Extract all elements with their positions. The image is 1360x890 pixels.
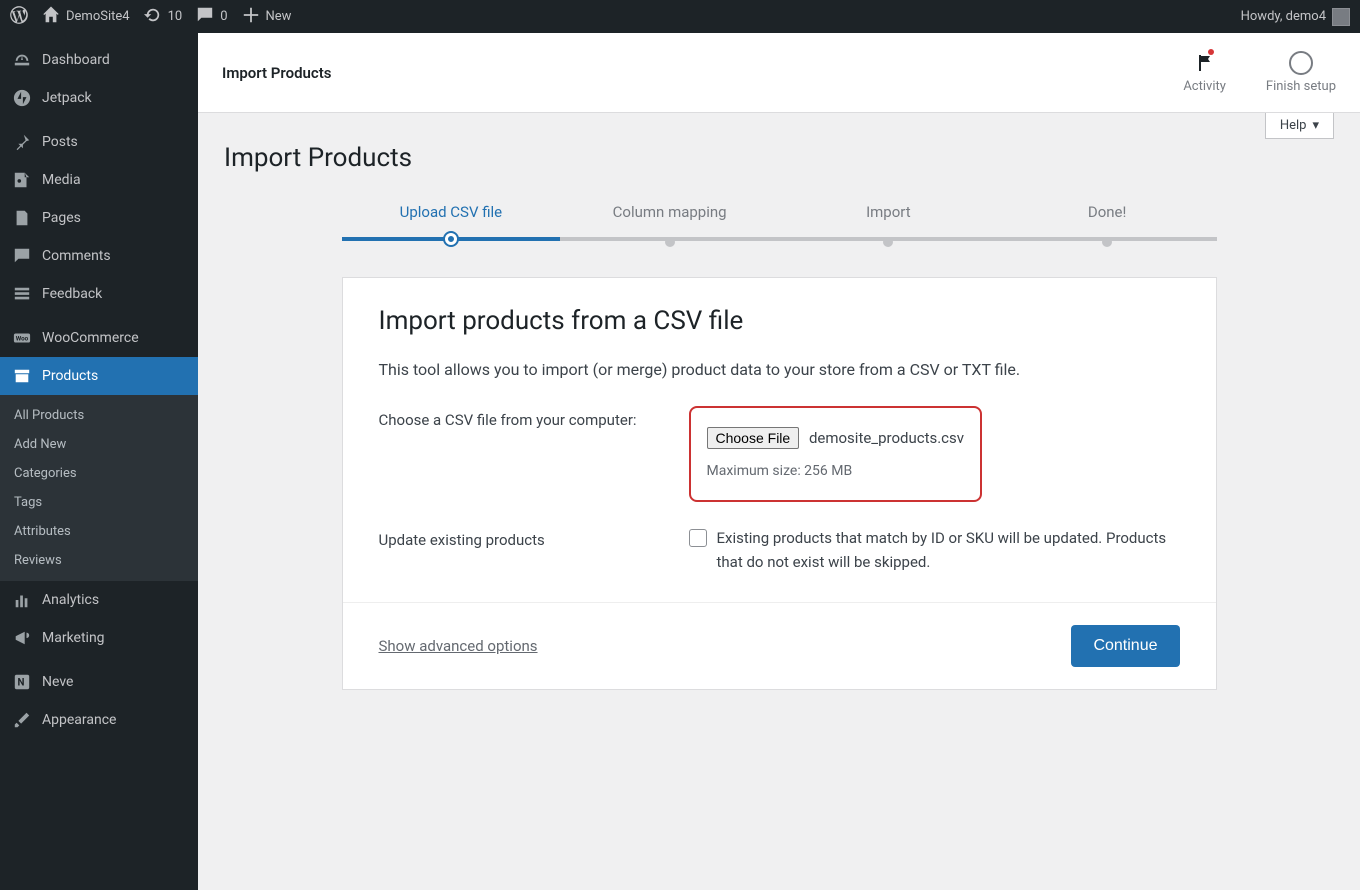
submenu-attributes[interactable]: Attributes [0, 517, 198, 546]
account-menu[interactable]: Howdy, demo4 [1241, 8, 1350, 26]
import-card: Import products from a CSV file This too… [342, 277, 1217, 690]
sidebar-item-label: WooCommerce [42, 330, 139, 346]
choose-file-button[interactable]: Choose File [707, 427, 800, 449]
sidebar-item-dashboard[interactable]: Dashboard [0, 41, 198, 79]
sidebar-item-comments[interactable]: Comments [0, 237, 198, 275]
pin-icon [12, 132, 32, 152]
submenu-tags[interactable]: Tags [0, 488, 198, 517]
selected-file-name: demosite_products.csv [809, 429, 964, 447]
sidebar-item-marketing[interactable]: Marketing [0, 619, 198, 657]
submenu-all-products[interactable]: All Products [0, 401, 198, 430]
sidebar-item-label: Feedback [42, 286, 102, 302]
sidebar-item-analytics[interactable]: Analytics [0, 581, 198, 619]
gauge-icon [12, 50, 32, 70]
progress-steps: Upload CSV file Column mapping Import Do… [342, 203, 1217, 247]
chevron-down-icon: ▾ [1312, 118, 1319, 133]
sidebar-item-label: Comments [42, 248, 111, 264]
card-heading: Import products from a CSV file [379, 306, 1180, 336]
help-label: Help [1280, 118, 1307, 133]
activity-label: Activity [1183, 79, 1226, 94]
bar-chart-icon [12, 590, 32, 610]
sidebar-item-woocommerce[interactable]: Woo WooCommerce [0, 319, 198, 357]
sidebar-item-label: Media [42, 172, 81, 188]
update-existing-checkbox[interactable] [689, 529, 707, 547]
page-title: Import Products [224, 143, 1334, 173]
site-name: DemoSite4 [66, 9, 130, 24]
step-done: Done! [998, 203, 1217, 247]
brush-icon [12, 710, 32, 730]
svg-text:Woo: Woo [16, 335, 29, 343]
plus-icon [242, 6, 260, 28]
sidebar-item-label: Pages [42, 210, 81, 226]
sidebar-item-label: Posts [42, 134, 78, 150]
sidebar-item-label: Marketing [42, 630, 105, 646]
woo-icon: Woo [12, 328, 32, 348]
comment-icon [196, 6, 214, 28]
svg-text:N: N [18, 678, 25, 689]
sidebar-item-label: Analytics [42, 592, 99, 608]
admin-sidebar: Dashboard Jetpack Posts Media Pages Comm… [0, 33, 198, 890]
page-header-strip: Import Products Activity Finish setup [198, 33, 1360, 113]
sidebar-item-pages[interactable]: Pages [0, 199, 198, 237]
page-icon [12, 208, 32, 228]
step-upload: Upload CSV file [342, 203, 561, 247]
sidebar-item-jetpack[interactable]: Jetpack [0, 79, 198, 117]
sidebar-item-label: Appearance [42, 712, 116, 728]
sidebar-item-label: Products [42, 368, 98, 384]
new-label: New [266, 9, 292, 24]
submenu-reviews[interactable]: Reviews [0, 546, 198, 575]
step-import: Import [779, 203, 998, 247]
submenu-categories[interactable]: Categories [0, 459, 198, 488]
show-advanced-link[interactable]: Show advanced options [379, 637, 538, 655]
card-description: This tool allows you to import (or merge… [379, 358, 1180, 382]
form-icon [12, 284, 32, 304]
sidebar-item-label: Jetpack [42, 90, 92, 106]
products-submenu: All Products Add New Categories Tags Att… [0, 395, 198, 581]
sidebar-item-label: Dashboard [42, 52, 110, 68]
site-name-link[interactable]: DemoSite4 [42, 6, 130, 28]
updates-count: 10 [168, 9, 183, 24]
megaphone-icon [12, 628, 32, 648]
continue-button[interactable]: Continue [1071, 625, 1179, 667]
file-input-highlight: Choose File demosite_products.csv Maximu… [689, 406, 983, 502]
comments-count: 0 [220, 9, 227, 24]
update-existing-label: Update existing products [379, 526, 689, 574]
sidebar-item-appearance[interactable]: Appearance [0, 701, 198, 739]
step-column-mapping: Column mapping [560, 203, 779, 247]
max-size-text: Maximum size: 256 MB [707, 460, 965, 482]
sidebar-item-media[interactable]: Media [0, 161, 198, 199]
header-title: Import Products [222, 64, 332, 82]
sidebar-item-label: Neve [42, 674, 73, 690]
sidebar-item-products[interactable]: Products [0, 357, 198, 395]
choose-file-label: Choose a CSV file from your computer: [379, 406, 689, 502]
comment-icon [12, 246, 32, 266]
finish-label: Finish setup [1266, 79, 1336, 94]
jetpack-icon [12, 88, 32, 108]
wp-logo[interactable] [10, 6, 28, 28]
update-existing-description: Existing products that match by ID or SK… [717, 526, 1180, 574]
sidebar-item-feedback[interactable]: Feedback [0, 275, 198, 313]
sidebar-item-neve[interactable]: N Neve [0, 663, 198, 701]
archive-icon [12, 366, 32, 386]
finish-setup-button[interactable]: Finish setup [1266, 51, 1336, 94]
home-icon [42, 6, 60, 28]
avatar-icon [1332, 8, 1350, 26]
updates-link[interactable]: 10 [144, 6, 183, 28]
neve-icon: N [12, 672, 32, 692]
help-tab[interactable]: Help ▾ [1265, 113, 1334, 139]
sidebar-item-posts[interactable]: Posts [0, 123, 198, 161]
howdy-text: Howdy, demo4 [1241, 9, 1326, 24]
new-content-link[interactable]: New [242, 6, 292, 28]
submenu-add-new[interactable]: Add New [0, 430, 198, 459]
comments-link[interactable]: 0 [196, 6, 227, 28]
circle-icon [1289, 51, 1313, 75]
flag-icon [1193, 51, 1217, 75]
wordpress-icon [10, 6, 28, 28]
media-icon [12, 170, 32, 190]
activity-button[interactable]: Activity [1183, 51, 1226, 94]
refresh-icon [144, 6, 162, 28]
